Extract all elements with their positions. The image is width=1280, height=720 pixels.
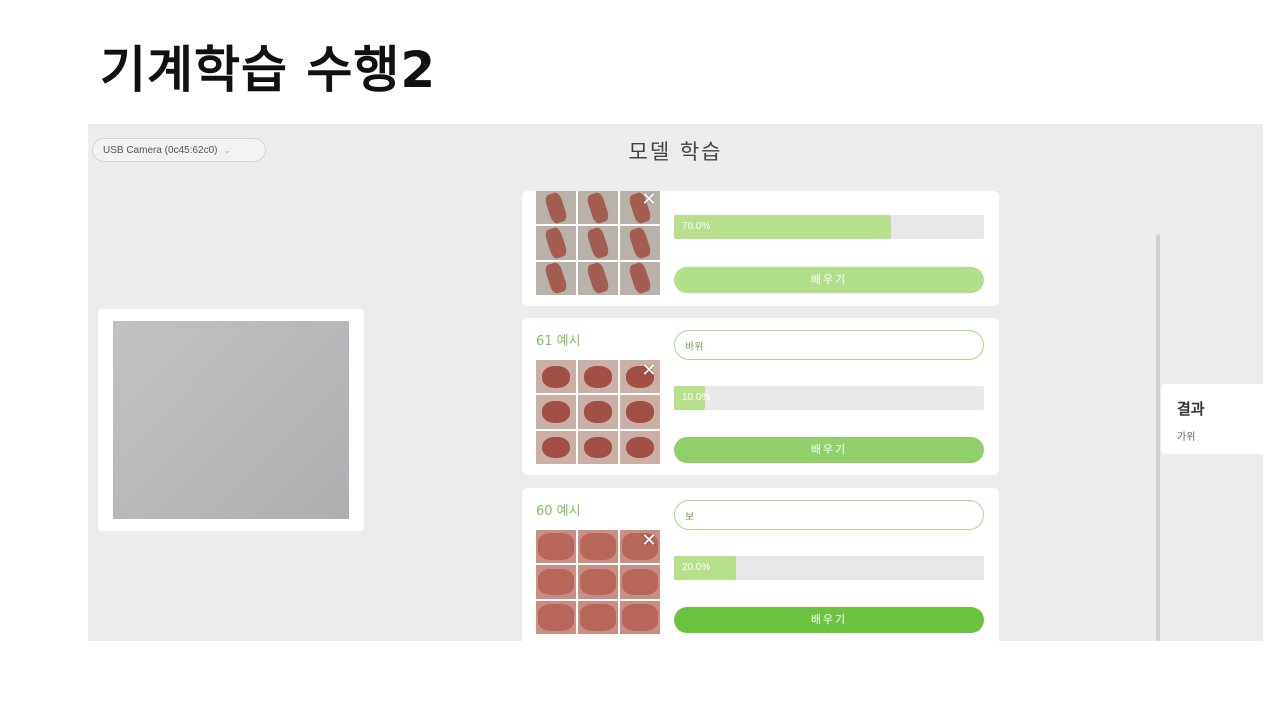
class-list[interactable]: ✕ 70.0% 배우기 61 예시 ✕ 바위 10.0% 배우기 60 예시 ✕… [522, 191, 999, 641]
class-label-input[interactable]: 바위 [674, 330, 984, 360]
close-icon[interactable]: ✕ [640, 191, 658, 209]
progress-text: 70.0% [682, 221, 711, 232]
sample-image [578, 191, 618, 225]
learn-button[interactable]: 배우기 [674, 607, 984, 633]
sample-image [536, 360, 576, 394]
result-title: 결과 [1177, 400, 1205, 418]
result-value: 가위 [1177, 432, 1196, 443]
sample-image [578, 226, 618, 260]
class-card: ✕ 70.0% 배우기 [522, 191, 999, 306]
sample-image [536, 395, 576, 429]
sample-image [620, 600, 660, 634]
sample-image [536, 261, 576, 295]
sample-image [620, 565, 660, 599]
sample-image [578, 360, 618, 394]
scrollbar[interactable] [1156, 234, 1160, 641]
sample-image [536, 191, 576, 225]
sample-image [536, 430, 576, 464]
class-card: 60 예시 ✕ 보 20.0% 배우기 [522, 488, 999, 641]
progress-text: 20.0% [682, 562, 711, 573]
class-card: 61 예시 ✕ 바위 10.0% 배우기 [522, 318, 999, 475]
app-title: 모델 학습 [628, 140, 723, 164]
learn-button[interactable]: 배우기 [674, 267, 984, 293]
learn-button[interactable]: 배우기 [674, 437, 984, 463]
sample-image [620, 261, 660, 295]
sample-image [578, 395, 618, 429]
progress-text: 10.0% [682, 392, 711, 403]
webcam-preview [113, 321, 349, 519]
slide-title: 기계학습 수행2 [100, 41, 437, 99]
sample-image [578, 600, 618, 634]
sample-image [578, 261, 618, 295]
close-icon[interactable]: ✕ [640, 362, 658, 380]
sample-image [536, 226, 576, 260]
sample-image [620, 395, 660, 429]
class-sample-count: 61 예시 [536, 334, 581, 349]
sample-image [536, 565, 576, 599]
progress-bar: 10.0% [674, 386, 984, 410]
sample-image [536, 530, 576, 564]
sample-image [620, 226, 660, 260]
sample-image [578, 530, 618, 564]
sample-image [536, 600, 576, 634]
progress-bar: 20.0% [674, 556, 984, 580]
close-icon[interactable]: ✕ [640, 532, 658, 550]
progress-bar: 70.0% [674, 215, 984, 239]
result-panel: 결과 가위 [1161, 384, 1263, 454]
sample-image [578, 565, 618, 599]
sample-image [578, 430, 618, 464]
sample-image [620, 430, 660, 464]
model-training-app: USB Camera (0c45:62c0) ⌄ 모델 학습 ✕ 70.0% 배… [88, 124, 1263, 641]
class-label-input[interactable]: 보 [674, 500, 984, 530]
webcam-preview-card [98, 309, 364, 531]
class-sample-count: 60 예시 [536, 504, 581, 519]
